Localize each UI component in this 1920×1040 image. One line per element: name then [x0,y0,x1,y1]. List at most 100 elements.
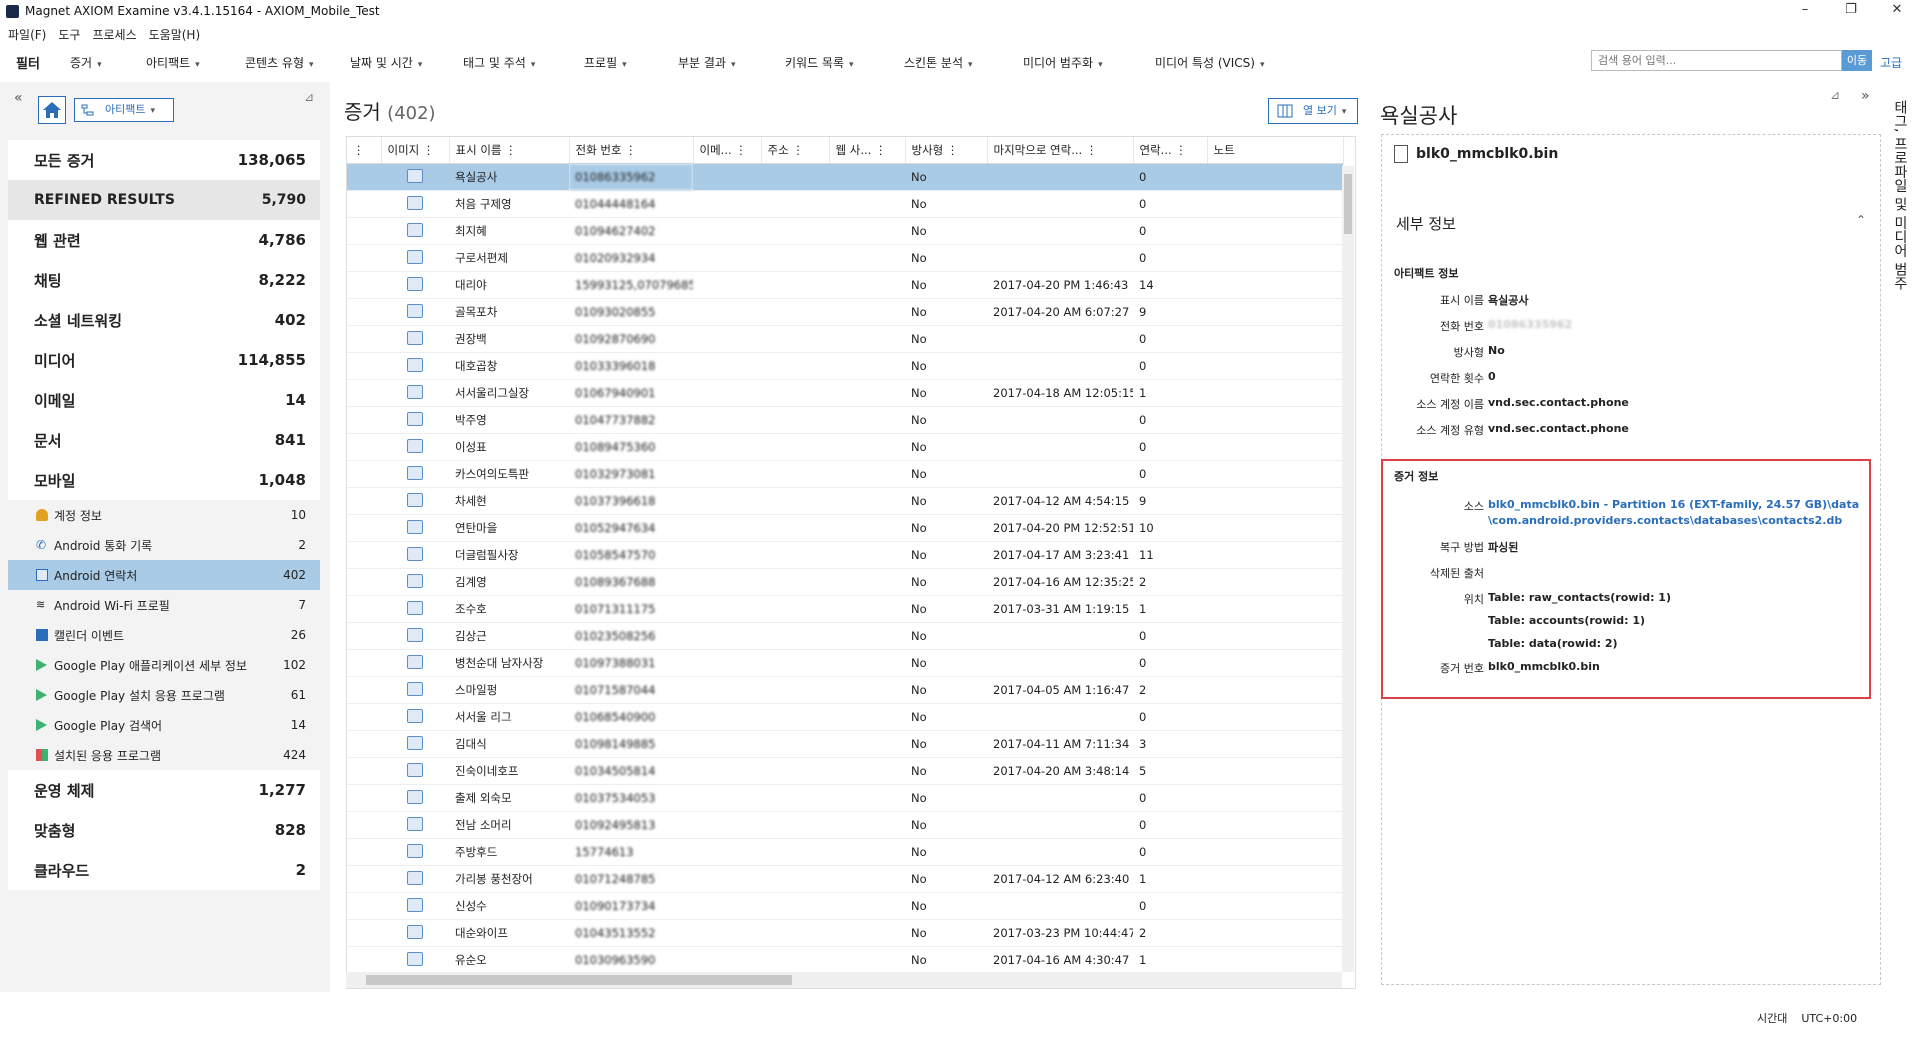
category-social[interactable]: 소셜 네트워킹 402 [8,300,320,340]
table-row[interactable]: 유순오 01030963590 No 2017-04-16 AM 4:30:47 1 [347,946,1343,974]
horizontal-scrollbar[interactable] [346,972,1342,988]
table-row[interactable]: 가리봉 풍천장어 01071248785 No 2017-04-12 AM 6:23:… [347,865,1343,893]
category-os[interactable]: 운영 체제 1,277 [8,770,320,810]
table-row[interactable]: 병천순대 남자사장 01097388031 No 0 [347,649,1343,677]
mobile-item-gplay-details[interactable]: Google Play 애플리케이션 세부 정보 102 [8,650,320,680]
minimize-button[interactable]: – [1782,0,1828,22]
artifact-view-dropdown[interactable]: 아티팩트 ▾ [74,98,174,122]
advanced-link[interactable]: 고급 [1880,54,1902,71]
cell-notes [1207,271,1343,299]
table-row[interactable]: 김계영 01089367688 No 2017-04-16 AM 12:35:25 2 [347,568,1343,596]
filter-keyword-list[interactable]: 키워드 목록 ▾ [785,54,854,71]
vertical-scrollbar[interactable] [1342,166,1354,972]
column-header-notes[interactable]: 노트 [1207,137,1344,164]
category-email[interactable]: 이메일 14 [8,380,320,420]
home-button[interactable] [38,96,66,124]
table-row[interactable]: 박주영 01047737882 No 0 [347,406,1343,434]
table-row[interactable]: 신성수 01090173734 No 0 [347,892,1343,920]
column-header-email[interactable]: 이메... ⋮ [693,137,762,164]
mobile-item-call-log[interactable]: ✆ Android 통화 기록 2 [8,530,320,560]
pin-icon[interactable]: ⊿ [304,90,314,104]
table-row[interactable]: 카스여의도특판 01032973081 No 0 [347,460,1343,488]
table-row[interactable]: 전남 소머리 01092495813 No 0 [347,811,1343,839]
table-row[interactable]: 처음 구제영 01044448164 No 0 [347,190,1343,218]
category-chat[interactable]: 채팅 8,222 [8,260,320,300]
category-refined-results[interactable]: REFINED RESULTS 5,790 [8,180,320,220]
mobile-item-account[interactable]: 계정 정보 10 [8,500,320,530]
table-row[interactable]: 조수호 01071311175 No 2017-03-31 AM 1:19:15 1 [347,595,1343,623]
filter-partial-results[interactable]: 부분 결과 ▾ [678,54,736,71]
category-mobile[interactable]: 모바일 1,048 [8,460,320,500]
table-row[interactable]: 스마일펑 01071587044 No 2017-04-05 AM 1:16:47 2 [347,676,1343,704]
menu-file[interactable]: 파일(F) [8,26,46,43]
column-header-website[interactable]: 웹 사... ⋮ [829,137,906,164]
menu-tools[interactable]: 도구 [58,26,80,43]
mobile-item-gplay-search[interactable]: Google Play 검색어 14 [8,710,320,740]
table-row[interactable]: 서서울리그실장 01067940901 No 2017-04-18 AM 12:05:… [347,379,1343,407]
mobile-item-installed-apps[interactable]: 설치된 응용 프로그램 424 [8,740,320,770]
collapse-details-icon[interactable]: ⌃ [1856,213,1866,227]
pin-icon[interactable]: ⊿ [1830,88,1840,102]
close-button[interactable]: ✕ [1874,0,1920,22]
column-header-last-contacted[interactable]: 마지막으로 연락... ⋮ [987,137,1134,164]
column-header-address[interactable]: 주소 ⋮ [761,137,830,164]
maximize-button[interactable]: ❐ [1828,0,1874,22]
cell-phone: 01092495813 [569,811,693,839]
filter-evidence[interactable]: 증거 ▾ [70,54,102,71]
cell-last-contacted [987,406,1133,434]
mobile-item-contacts[interactable]: Android 연락처 402 [8,560,320,590]
table-row[interactable]: 진숙이네호프 01034505814 No 2017-04-20 AM 3:48:14… [347,757,1343,785]
table-row[interactable]: 최지혜 01094627402 No 0 [347,217,1343,245]
table-row[interactable]: 연탄마을 01052947634 No 2017-04-20 PM 12:52:51 1… [347,514,1343,542]
mobile-item-gplay-installed[interactable]: Google Play 설치 응용 프로그램 61 [8,680,320,710]
menu-help[interactable]: 도움말(H) [149,26,201,43]
column-view-button[interactable]: 열 보기 ▾ [1268,98,1358,124]
collapse-right-icon[interactable]: » [1861,88,1870,104]
table-row[interactable]: 김대식 01098149885 No 2017-04-11 AM 7:11:34 3 [347,730,1343,758]
table-row[interactable]: 권장백 01092870690 No 0 [347,325,1343,353]
filter-tags[interactable]: 태그 및 주석 ▾ [463,54,535,71]
filter-content-type[interactable]: 콘텐츠 유형 ▾ [245,54,314,71]
filter-media-vics[interactable]: 미디어 특성 (VICS) ▾ [1155,54,1264,71]
table-row[interactable]: 대순와이프 01043513552 No 2017-03-23 PM 10:44:47… [347,919,1343,947]
category-web[interactable]: 웹 관련 4,786 [8,220,320,260]
column-header-image[interactable]: 이미지 ⋮ [381,137,450,164]
filter-artifacts[interactable]: 아티팩트 ▾ [146,54,200,71]
category-documents[interactable]: 문서 841 [8,420,320,460]
column-header-display-name[interactable]: 표시 이름 ⋮ [449,137,570,164]
filter-media-category[interactable]: 미디어 범주화 ▾ [1023,54,1103,71]
table-row[interactable]: 김상근 01023508256 No 0 [347,622,1343,650]
filter-profile[interactable]: 프로필 ▾ [584,54,627,71]
search-input[interactable] [1591,50,1842,71]
column-header-radial[interactable]: 방사형 ⋮ [905,137,988,164]
column-header-contact-count[interactable]: 연락... ⋮ [1133,137,1208,164]
mobile-item-wifi[interactable]: ≋ Android Wi-Fi 프로필 7 [8,590,320,620]
category-all-evidence[interactable]: 모든 증거 138,065 [8,140,320,180]
collapse-left-icon[interactable]: « [14,90,23,106]
mobile-item-calendar[interactable]: 캘린더 이벤트 26 [8,620,320,650]
menu-bar: 파일(F) 도구 프로세스 도움말(H) [0,24,212,44]
table-row[interactable]: 이성표 01089475360 No 0 [347,433,1343,461]
table-row[interactable]: 출제 외숙모 01037534053 No 0 [347,784,1343,812]
table-row[interactable]: 대리야15993125,07079685083 No2017-04-20 PM 1… [347,271,1343,299]
filter-skintone[interactable]: 스킨톤 분석 ▾ [904,54,973,71]
table-row[interactable]: 욕실공사 01086335962 No 0 [347,163,1343,191]
category-cloud[interactable]: 클라우드 2 [8,850,320,890]
table-row[interactable]: 대호곱창 01033396018 No 0 [347,352,1343,380]
table-row[interactable]: 주방후드 15774613 No 0 [347,838,1343,866]
menu-process[interactable]: 프로세스 [92,26,136,43]
table-row[interactable]: 서서울 리그 01068540900 No 0 [347,703,1343,731]
timezone-value[interactable]: UTC+0:00 [1801,1012,1857,1025]
column-header-phone[interactable]: 전화 번호 ⋮ [569,137,694,164]
table-row[interactable]: 차세현 01037396618 No 2017-04-12 AM 4:54:15 9 [347,487,1343,515]
cell-radial: No [905,730,987,758]
go-button[interactable]: 이동 [1842,50,1872,71]
table-row[interactable]: 골목포차 01093020855 No 2017-04-20 AM 6:07:27 9 [347,298,1343,326]
tags-profiles-tab[interactable]: 태그, 프로파일 및 미디어 범주 [1884,100,1910,330]
filter-date-time[interactable]: 날짜 및 시간 ▾ [350,54,422,71]
table-row[interactable]: 구로서편제 01020932934 No 0 [347,244,1343,272]
category-media[interactable]: 미디어 114,855 [8,340,320,380]
category-custom[interactable]: 맞춤형 828 [8,810,320,850]
table-row[interactable]: 더글럼필사장 01058547570 No 2017-04-17 AM 3:23:41… [347,541,1343,569]
column-menu[interactable]: ⋮ [347,137,382,164]
